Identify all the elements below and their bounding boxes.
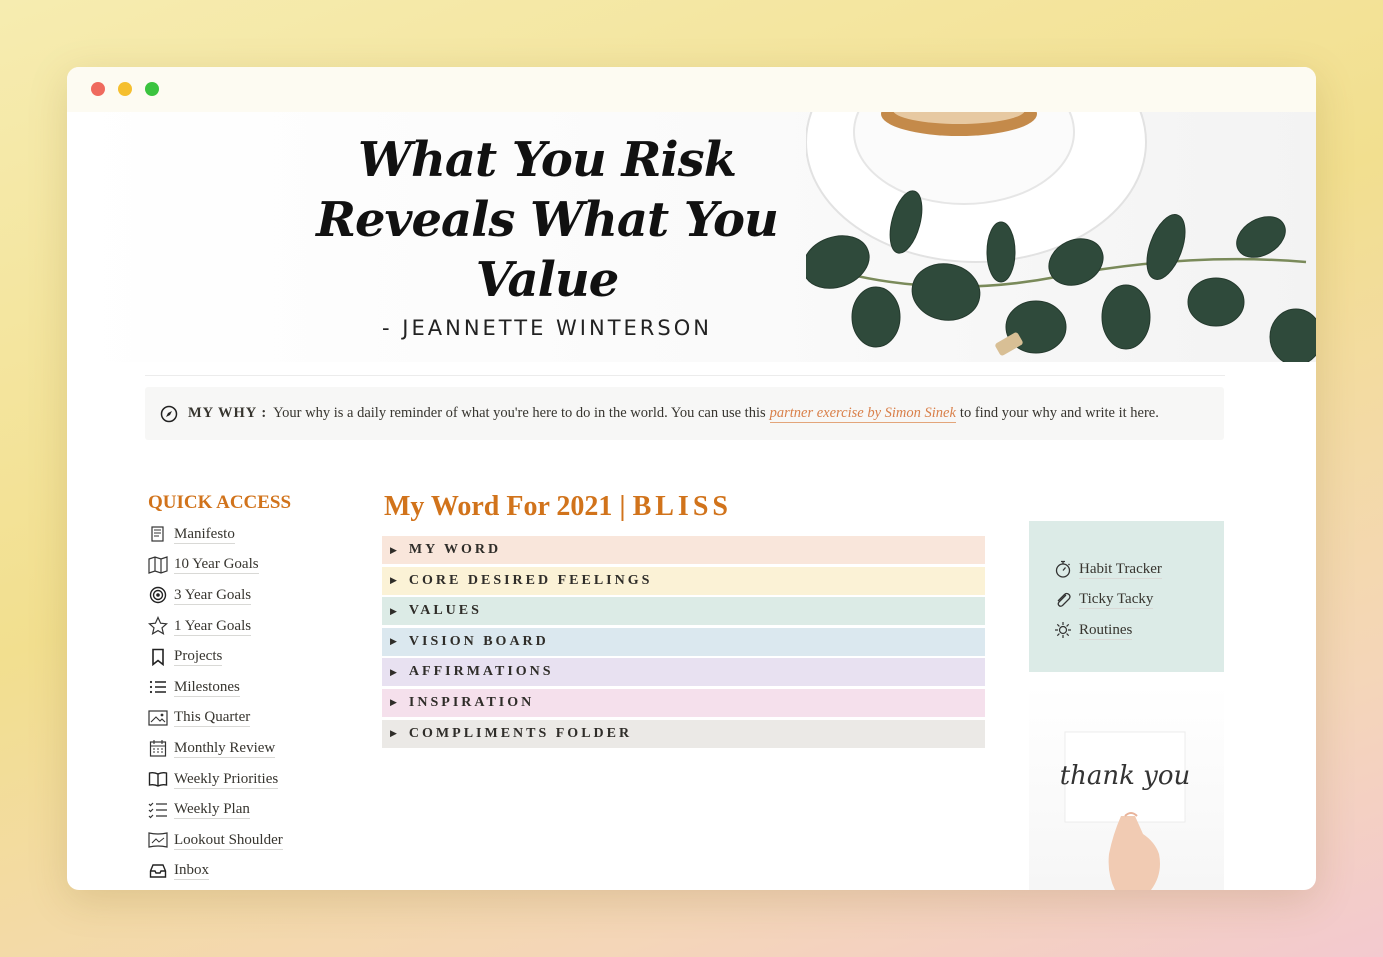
toggle-my-word[interactable]: ▶ MY WORD bbox=[382, 536, 985, 564]
toggle-label: COMPLIMENTS FOLDER bbox=[408, 725, 633, 741]
quick-access-label: Projects bbox=[174, 648, 223, 667]
quick-access-label: 1 Year Goals bbox=[174, 617, 252, 636]
banner-quote: What You Risk Reveals What You Value - J… bbox=[297, 130, 797, 340]
quick-access-label: 3 Year Goals bbox=[174, 586, 252, 605]
toggle-label: MY WORD bbox=[408, 542, 502, 557]
quick-access-label: Weekly Plan bbox=[174, 801, 250, 820]
side-item-habit-tracker[interactable]: Habit Tracker bbox=[1053, 554, 1224, 585]
triangle-right-icon[interactable]: ▶ bbox=[390, 667, 397, 678]
quick-access-item-milestones[interactable]: Milestones bbox=[148, 672, 283, 703]
quick-access-item-inbox[interactable]: Inbox bbox=[148, 856, 283, 887]
quick-access-label: Manifesto bbox=[174, 525, 235, 544]
quick-access-label: Lookout Shoulder bbox=[174, 831, 283, 850]
my-why-callout: MY WHY : Your why is a daily reminder of… bbox=[145, 387, 1224, 440]
quick-access-item-projects[interactable]: Projects bbox=[148, 641, 283, 672]
quick-access-item-3-year-goals[interactable]: 3 Year Goals bbox=[148, 580, 283, 611]
book-icon bbox=[148, 769, 168, 789]
quick-access-item-lookout-shoulder[interactable]: Lookout Shoulder bbox=[148, 825, 283, 856]
triangle-right-icon[interactable]: ▶ bbox=[390, 636, 397, 647]
window-titlebar bbox=[67, 67, 1316, 112]
cover-banner: What You Risk Reveals What You Value - J… bbox=[67, 112, 1316, 362]
quote-line-1: What You Risk bbox=[358, 132, 737, 188]
maximize-window-button[interactable] bbox=[145, 82, 159, 96]
sun-icon bbox=[1053, 620, 1073, 640]
toggle-label: INSPIRATION bbox=[408, 694, 535, 710]
quick-access-heading: QUICK ACCESS bbox=[148, 492, 292, 513]
word-heading-word: BLISS bbox=[632, 491, 732, 522]
simon-sinek-link[interactable]: partner exercise by Simon Sinek bbox=[769, 405, 956, 423]
coffee-eucalyptus-image bbox=[806, 112, 1316, 362]
callout-text-after: to find your why and write it here. bbox=[959, 405, 1159, 421]
quick-access-label: 10 Year Goals bbox=[174, 556, 259, 575]
list-icon bbox=[148, 677, 168, 697]
bookmark-icon bbox=[148, 647, 168, 667]
toggle-inspiration[interactable]: ▶ INSPIRATION bbox=[382, 688, 985, 717]
triangle-right-icon[interactable]: ▶ bbox=[390, 728, 397, 739]
map-icon bbox=[148, 555, 168, 575]
quick-access-label: Monthly Review bbox=[174, 739, 276, 758]
toggle-affirmations[interactable]: ▶ AFFIRMATIONS bbox=[382, 658, 985, 687]
quick-access-item-1-year-goals[interactable]: 1 Year Goals bbox=[148, 611, 283, 642]
triangle-right-icon[interactable]: ▶ bbox=[390, 697, 397, 708]
toggle-core-desired-feelings[interactable]: ▶ CORE DESIRED FEELINGS bbox=[382, 566, 985, 595]
side-item-ticky-tacky[interactable]: Ticky Tacky bbox=[1053, 585, 1224, 616]
side-item-routines[interactable]: Routines bbox=[1053, 615, 1224, 646]
thank-you-card-image: thank you bbox=[1029, 684, 1224, 890]
toggle-label: VISION BOARD bbox=[408, 633, 549, 649]
quick-access-item-weekly-plan[interactable]: Weekly Plan bbox=[148, 794, 283, 825]
callout-text-before: Your why is a daily reminder of what you… bbox=[273, 405, 766, 421]
minimize-window-button[interactable] bbox=[118, 82, 132, 96]
toggle-label: VALUES bbox=[408, 603, 482, 619]
picture-icon bbox=[148, 708, 168, 728]
quote-author: - JEANNETTE WINTERSON bbox=[382, 316, 712, 340]
checklist-icon bbox=[148, 800, 168, 820]
toggle-vision-board[interactable]: ▶ VISION BOARD bbox=[382, 627, 985, 656]
scroll-icon bbox=[148, 524, 168, 544]
inbox-icon bbox=[148, 861, 168, 881]
divider bbox=[145, 375, 1225, 376]
side-item-label: Ticky Tacky bbox=[1079, 591, 1154, 610]
card-text: thank you bbox=[1060, 761, 1191, 791]
star-icon bbox=[148, 616, 168, 636]
quick-access-item-monthly-review[interactable]: Monthly Review bbox=[148, 733, 283, 764]
toggle-compliments-folder[interactable]: ▶ COMPLIMENTS FOLDER bbox=[382, 719, 985, 748]
toggle-list: ▶ MY WORD ▶ CORE DESIRED FEELINGS ▶ VALU… bbox=[382, 536, 985, 750]
close-window-button[interactable] bbox=[91, 82, 105, 96]
stopwatch-icon bbox=[1053, 559, 1073, 579]
triangle-right-icon[interactable]: ▶ bbox=[390, 575, 397, 586]
toggle-values[interactable]: ▶ VALUES bbox=[382, 597, 985, 626]
toggle-label: CORE DESIRED FEELINGS bbox=[408, 572, 653, 588]
toggle-label: AFFIRMATIONS bbox=[408, 664, 554, 680]
quick-access-label: Milestones bbox=[174, 678, 240, 697]
compass-icon bbox=[160, 405, 178, 423]
triangle-right-icon[interactable]: ▶ bbox=[390, 545, 397, 556]
quick-access-list: Manifesto 10 Year Goals 3 Year Goals 1 Y… bbox=[148, 519, 283, 886]
paperclip-icon bbox=[1053, 590, 1073, 610]
trackers-callout: Habit Tracker Ticky Tacky Routines bbox=[1029, 521, 1224, 672]
quick-access-item-this-quarter[interactable]: This Quarter bbox=[148, 703, 283, 734]
word-heading-prefix: My Word For 2021 | bbox=[384, 491, 626, 522]
quick-access-label: Inbox bbox=[174, 862, 209, 881]
quick-access-item-10-year-goals[interactable]: 10 Year Goals bbox=[148, 550, 283, 581]
callout-label: MY WHY : bbox=[188, 405, 268, 421]
calendar-icon bbox=[148, 738, 168, 758]
target-icon bbox=[148, 585, 168, 605]
frame-icon bbox=[148, 830, 168, 850]
side-item-label: Routines bbox=[1079, 621, 1133, 640]
app-window: What You Risk Reveals What You Value - J… bbox=[67, 67, 1316, 890]
quick-access-item-weekly-priorities[interactable]: Weekly Priorities bbox=[148, 764, 283, 795]
triangle-right-icon[interactable]: ▶ bbox=[390, 606, 397, 617]
quick-access-label: Weekly Priorities bbox=[174, 770, 279, 789]
quote-line-2: Reveals What You Value bbox=[316, 192, 779, 308]
word-heading: My Word For 2021 | BLISS bbox=[384, 491, 732, 523]
quick-access-label: This Quarter bbox=[174, 709, 251, 728]
side-item-label: Habit Tracker bbox=[1079, 560, 1162, 579]
quick-access-item-manifesto[interactable]: Manifesto bbox=[148, 519, 283, 550]
